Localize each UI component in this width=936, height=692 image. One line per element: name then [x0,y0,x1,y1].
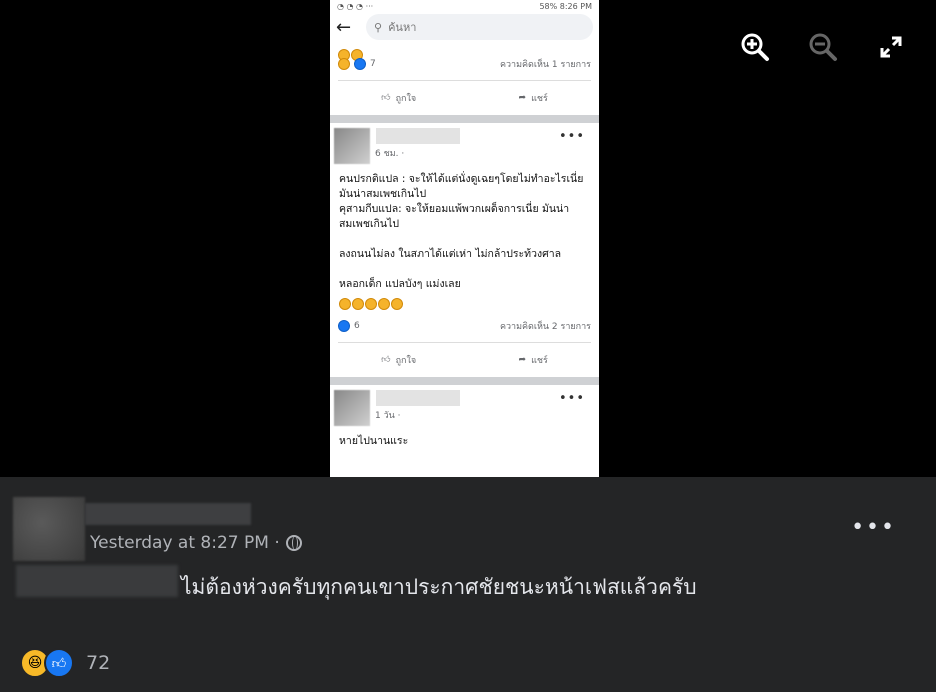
tagged-name-redacted[interactable] [16,565,178,597]
share-label: แชร์ [531,94,548,104]
separator [330,115,599,123]
emoji-line [330,42,599,61]
avatar[interactable] [13,497,85,561]
post1-comment-count[interactable]: ความคิดเห็น 1 รายการ [500,57,591,71]
avatar[interactable] [334,128,370,164]
comment-timestamp[interactable]: Yesterday at 8:27 PM · [90,533,280,553]
post2-reactions: 6 ความคิดเห็น 2 รายการ [330,316,599,336]
like-reaction-icon: 👍︎ [44,648,74,678]
like-label: ถูกใจ [395,94,417,104]
photo-viewer: ◔ ◔ ◔ ··· 58% 8:26 PM ← ⚲ ค้นหา 7 ความคิ… [0,0,936,477]
like-button[interactable]: 👍︎ ถูกใจ [381,91,416,105]
post2-comment-count[interactable]: ความคิดเห็น 2 รายการ [500,319,591,333]
laugh-emoji-icon [339,297,351,310]
post2-reaction-count: 6 [354,321,360,331]
comment-meta: Yesterday at 8:27 PM · [90,533,302,553]
post1-actions: 👍︎ ถูกใจ ➦ แชร์ [330,81,599,115]
post1-reactions: 7 ความคิดเห็น 1 รายการ [330,54,599,74]
commenter-name-redacted[interactable] [85,503,251,525]
avatar[interactable] [334,390,370,426]
thumbs-up-icon: 👍︎ [381,93,391,103]
like-reaction-icon [338,320,350,332]
zoom-in-icon[interactable] [738,30,772,64]
laugh-emoji-icon [378,297,390,310]
comment-reactions[interactable]: 😆 👍︎ 72 [20,648,110,678]
share-button[interactable]: ➦ แชร์ [519,91,548,105]
like-button[interactable]: 👍︎ ถูกใจ [381,353,416,367]
status-left-icons: ◔ ◔ ◔ ··· [337,1,374,11]
fullscreen-icon[interactable] [874,30,908,64]
share-arrow-icon: ➦ [518,93,527,103]
share-button[interactable]: ➦ แชร์ [519,353,548,367]
comment-text: ไม่ต้องห่วงครับทุกคนเขาประกาศชัยชนะหน้าเ… [181,575,697,599]
post2-emojis [330,292,599,316]
comment-panel: Yesterday at 8:27 PM · ••• ไม่ต้องห่วงคร… [0,477,936,692]
author-name-redacted[interactable] [376,390,460,406]
separator [330,377,599,385]
search-placeholder: ค้นหา [388,21,417,34]
post2-header: 6 ชม. · ••• [330,123,599,164]
post3-time: 1 วัน · [375,411,401,421]
laugh-emoji-icon [365,297,377,310]
post1-reaction-count: 7 [370,59,376,69]
post3-text: หายไปนานแระ [339,435,409,447]
author-name-redacted[interactable] [376,128,460,144]
post2-actions: 👍︎ ถูกใจ ➦ แชร์ [330,343,599,377]
globe-icon [285,535,302,551]
share-arrow-icon: ➦ [518,355,527,365]
laugh-emoji-icon [391,297,403,310]
viewer-controls [738,30,908,64]
like-label: ถูกใจ [395,356,417,366]
back-arrow-icon[interactable]: ← [336,17,358,38]
search-icon: ⚲ [374,20,383,34]
status-bar: ◔ ◔ ◔ ··· 58% 8:26 PM [330,0,599,12]
like-reaction-icon [354,58,366,70]
post2-time: 6 ชม. · [375,149,405,159]
more-options-icon[interactable]: ••• [559,129,585,144]
laugh-emoji-icon [352,297,364,310]
more-options-icon[interactable]: ••• [851,515,896,540]
status-right: 58% 8:26 PM [539,1,592,11]
more-options-icon[interactable]: ••• [559,391,585,406]
thumbs-up-icon: 👍︎ [381,355,391,365]
search-row: ← ⚲ ค้นหา [330,12,599,42]
reaction-count: 72 [86,652,111,674]
zoom-out-icon[interactable] [806,30,840,64]
post3-header: 1 วัน · ••• [330,385,599,426]
haha-reaction-icon [338,58,350,70]
screenshot-image: ◔ ◔ ◔ ··· 58% 8:26 PM ← ⚲ ค้นหา 7 ความคิ… [330,0,599,477]
share-label: แชร์ [531,356,548,366]
search-input[interactable]: ⚲ ค้นหา [366,14,593,40]
post2-text: คนปรกติแปล : จะให้ได้แต่นั่งดูเฉยๆโดยไม่… [339,173,584,290]
